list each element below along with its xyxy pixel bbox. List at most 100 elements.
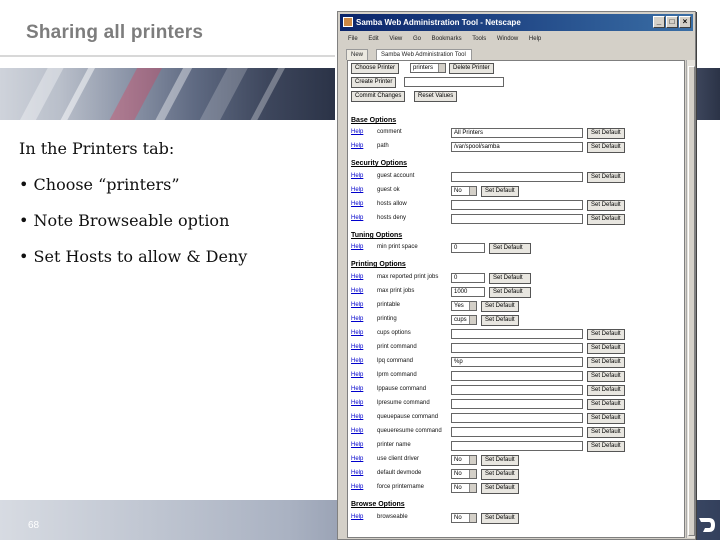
help-link[interactable]: Help <box>351 201 363 207</box>
help-link[interactable]: Help <box>351 414 363 420</box>
param-select[interactable]: No <box>451 469 477 479</box>
set-default-button[interactable]: Set Default <box>587 413 625 424</box>
set-default-button[interactable]: Set Default <box>587 357 625 368</box>
min-print-space-input[interactable]: 0 <box>451 243 485 253</box>
param-select[interactable]: cups <box>451 315 477 325</box>
help-link[interactable]: Help <box>351 215 363 221</box>
help-link[interactable]: Help <box>351 386 363 392</box>
set-default-button[interactable]: Set Default <box>587 399 625 410</box>
param-input[interactable] <box>451 385 583 395</box>
tab-swat[interactable]: Samba Web Administration Tool <box>376 49 472 60</box>
commit-changes-button[interactable]: Commit Changes <box>351 91 406 102</box>
param-select[interactable]: No <box>451 455 477 465</box>
param-input[interactable] <box>451 371 583 381</box>
vertical-scrollbar[interactable] <box>686 60 695 538</box>
param-input[interactable]: %p <box>451 357 583 367</box>
set-default-button[interactable]: Set Default <box>587 329 625 340</box>
browser-window: Samba Web Administration Tool - Netscape… <box>337 11 696 540</box>
choose-printer-button[interactable]: Choose Printer <box>351 63 400 74</box>
reset-values-button[interactable]: Reset Values <box>414 91 458 102</box>
logo-icon <box>699 518 715 532</box>
set-default-button[interactable]: Set Default <box>587 385 625 396</box>
help-link[interactable]: Help <box>351 173 363 179</box>
param-input[interactable] <box>451 329 583 339</box>
help-link[interactable]: Help <box>351 330 363 336</box>
help-link[interactable]: Help <box>351 428 363 434</box>
set-default-button[interactable]: Set Default <box>587 214 625 225</box>
help-link[interactable]: Help <box>351 400 363 406</box>
param-label: hosts deny <box>377 215 407 221</box>
set-default-button[interactable]: Set Default <box>587 172 625 183</box>
menu-file[interactable]: File <box>348 36 358 42</box>
set-default-button[interactable]: Set Default <box>489 273 531 284</box>
param-input[interactable] <box>451 399 583 409</box>
close-icon[interactable]: × <box>679 16 691 28</box>
hosts-allow-input[interactable] <box>451 200 583 210</box>
set-default-button[interactable]: Set Default <box>587 128 625 139</box>
set-default-button[interactable]: Set Default <box>587 441 625 452</box>
menu-go[interactable]: Go <box>413 36 421 42</box>
menu-bookmarks[interactable]: Bookmarks <box>432 36 462 42</box>
hosts-deny-input[interactable] <box>451 214 583 224</box>
param-input[interactable]: 1000 <box>451 287 485 297</box>
param-select[interactable]: Yes <box>451 301 477 311</box>
set-default-button[interactable]: Set Default <box>481 483 519 494</box>
help-link[interactable]: Help <box>351 442 363 448</box>
set-default-button[interactable]: Set Default <box>489 243 531 254</box>
help-link[interactable]: Help <box>351 344 363 350</box>
help-link[interactable]: Help <box>351 470 363 476</box>
help-link[interactable]: Help <box>351 288 363 294</box>
create-printer-input[interactable] <box>404 77 504 87</box>
set-default-button[interactable]: Set Default <box>587 427 625 438</box>
menu-window[interactable]: Window <box>497 36 518 42</box>
help-link[interactable]: Help <box>351 484 363 490</box>
help-link[interactable]: Help <box>351 316 363 322</box>
help-link[interactable]: Help <box>351 143 363 149</box>
delete-printer-button[interactable]: Delete Printer <box>449 63 494 74</box>
set-default-button[interactable]: Set Default <box>481 315 519 326</box>
set-default-button[interactable]: Set Default <box>481 513 519 524</box>
help-link[interactable]: Help <box>351 456 363 462</box>
help-link[interactable]: Help <box>351 129 363 135</box>
menu-help[interactable]: Help <box>529 36 541 42</box>
set-default-button[interactable]: Set Default <box>587 200 625 211</box>
row-printing-7: Help lprm command Set Default <box>351 371 681 383</box>
help-link[interactable]: Help <box>351 372 363 378</box>
help-link[interactable]: Help <box>351 187 363 193</box>
set-default-button[interactable]: Set Default <box>587 371 625 382</box>
menu-view[interactable]: View <box>389 36 402 42</box>
param-input[interactable] <box>451 413 583 423</box>
help-link[interactable]: Help <box>351 514 363 520</box>
param-input[interactable]: 0 <box>451 273 485 283</box>
set-default-button[interactable]: Set Default <box>587 142 625 153</box>
set-default-button[interactable]: Set Default <box>587 343 625 354</box>
browseable-select[interactable]: No <box>451 513 477 523</box>
maximize-icon[interactable]: □ <box>666 16 678 28</box>
help-link[interactable]: Help <box>351 358 363 364</box>
window-titlebar[interactable]: Samba Web Administration Tool - Netscape… <box>340 14 693 31</box>
tab-new[interactable]: New <box>346 49 369 60</box>
set-default-button[interactable]: Set Default <box>481 186 519 197</box>
menu-tools[interactable]: Tools <box>472 36 486 42</box>
guest-ok-select[interactable]: No <box>451 186 477 196</box>
help-link[interactable]: Help <box>351 244 363 250</box>
scrollbar-thumb[interactable] <box>688 66 695 536</box>
help-link[interactable]: Help <box>351 274 363 280</box>
row-printing-0: Help max reported print jobs 0 Set Defau… <box>351 273 681 285</box>
set-default-button[interactable]: Set Default <box>481 469 519 480</box>
param-input[interactable] <box>451 441 583 451</box>
help-link[interactable]: Help <box>351 302 363 308</box>
comment-input[interactable]: All Printers <box>451 128 583 138</box>
guest-account-input[interactable] <box>451 172 583 182</box>
printer-select[interactable]: printers <box>410 63 446 73</box>
minimize-icon[interactable]: _ <box>653 16 665 28</box>
param-input[interactable] <box>451 427 583 437</box>
create-printer-button[interactable]: Create Printer <box>351 77 397 88</box>
param-input[interactable] <box>451 343 583 353</box>
menu-edit[interactable]: Edit <box>368 36 378 42</box>
set-default-button[interactable]: Set Default <box>481 301 519 312</box>
path-input[interactable]: /var/spool/samba <box>451 142 583 152</box>
set-default-button[interactable]: Set Default <box>489 287 531 298</box>
param-select[interactable]: No <box>451 483 477 493</box>
set-default-button[interactable]: Set Default <box>481 455 519 466</box>
